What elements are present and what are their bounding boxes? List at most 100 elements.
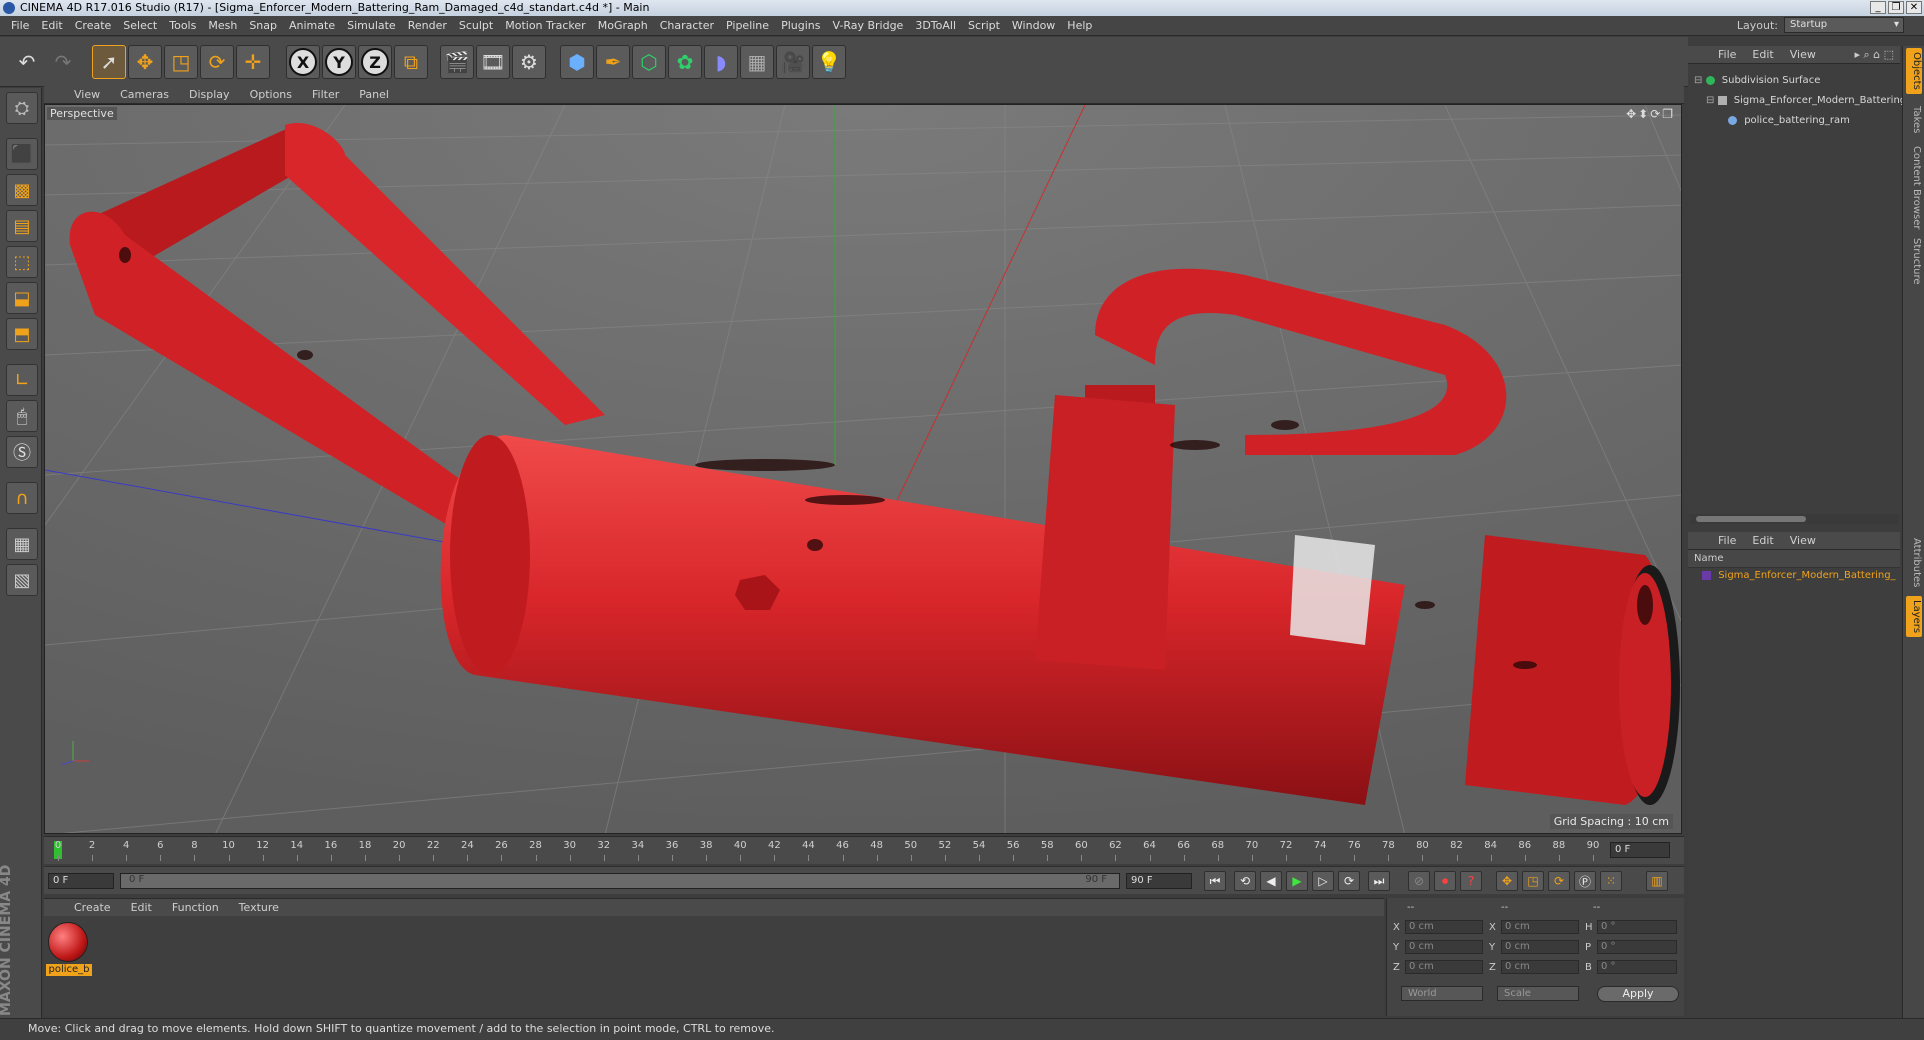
menu-sculpt[interactable]: Sculpt [456, 19, 502, 32]
keyframe-selection-icon[interactable]: ? [1460, 871, 1482, 891]
prev-key-icon[interactable]: ⟲ [1234, 871, 1256, 891]
position-z-field[interactable]: 0 cm [1405, 960, 1483, 974]
move-icon[interactable]: ✥ [128, 45, 162, 79]
viewport-menu-options[interactable]: Options [240, 88, 302, 101]
apply-button[interactable]: Apply [1597, 986, 1679, 1002]
menu-snap[interactable]: Snap [246, 19, 286, 32]
menu-file[interactable]: File [8, 19, 38, 32]
menu-window[interactable]: Window [1009, 19, 1064, 32]
layer-menu-file[interactable]: File [1710, 534, 1744, 547]
tab-layers[interactable]: Layers [1906, 596, 1922, 638]
render-picture-viewer-icon[interactable]: 🎞 [476, 45, 510, 79]
record-keys-icon[interactable]: ⊘ [1408, 871, 1430, 891]
menu-pipeline[interactable]: Pipeline [723, 19, 778, 32]
play-icon[interactable]: ▶ [1286, 871, 1308, 891]
y-axis-toggle[interactable]: Y [322, 45, 356, 79]
deformer-icon[interactable]: ◗ [704, 45, 738, 79]
menu-edit[interactable]: Edit [38, 19, 71, 32]
object-scroll-thumb[interactable] [1696, 516, 1806, 522]
maximize-button[interactable]: ❐ [1888, 1, 1904, 14]
material-menu-texture[interactable]: Texture [229, 901, 289, 914]
object-menu-edit[interactable]: Edit [1744, 48, 1781, 61]
size-x-field[interactable]: 0 cm [1501, 920, 1579, 934]
object-menu-view[interactable]: View [1782, 48, 1824, 61]
viewport-menu-panel[interactable]: Panel [349, 88, 399, 101]
points-mode-icon[interactable]: ⬚ [6, 246, 38, 278]
pen-spline-icon[interactable]: ✒ [596, 45, 630, 79]
object-scrollbar[interactable] [1690, 514, 1898, 524]
key-scale-icon[interactable]: ◳ [1522, 871, 1544, 891]
scale-icon[interactable]: ◳ [164, 45, 198, 79]
next-key-icon[interactable]: ⟳ [1338, 871, 1360, 891]
key-pla-icon[interactable]: ⁙ [1600, 871, 1622, 891]
layer-menu-edit[interactable]: Edit [1744, 534, 1781, 547]
texture-mode-icon[interactable]: ▩ [6, 174, 38, 206]
object-menu-file[interactable]: File [1710, 48, 1744, 61]
x-axis-toggle[interactable]: X [286, 45, 320, 79]
menu-character[interactable]: Character [657, 19, 723, 32]
close-button[interactable]: ✕ [1906, 1, 1922, 14]
rotation-b-field[interactable]: 0 ° [1597, 960, 1677, 974]
autokey-icon[interactable]: ⏺ [1434, 871, 1456, 891]
subdivision-surface-icon[interactable]: ⬡ [632, 45, 666, 79]
tab-content-browser[interactable]: Content Browser [1906, 142, 1922, 233]
minimize-button[interactable]: _ [1870, 1, 1886, 14]
goto-end-icon[interactable]: ⏭ [1368, 871, 1390, 891]
transform-icon[interactable]: ✛ [236, 45, 270, 79]
magnet-icon[interactable]: ∩ [6, 482, 38, 514]
light-icon[interactable]: 💡 [812, 45, 846, 79]
menu-select[interactable]: Select [120, 19, 166, 32]
range-slider[interactable]: 0 F 90 F [120, 873, 1120, 889]
menu-animate[interactable]: Animate [286, 19, 344, 32]
viewport-menu-filter[interactable]: Filter [302, 88, 349, 101]
material-menu-create[interactable]: Create [64, 901, 121, 914]
object-row-sigma[interactable]: ⊟ Sigma_Enforcer_Modern_Battering [1706, 92, 1906, 110]
material-name[interactable]: police_b [46, 964, 92, 976]
layout-select[interactable]: Startup [1784, 17, 1904, 33]
undo-icon[interactable]: ↶ [10, 45, 44, 79]
render-view-icon[interactable]: 🎬 [440, 45, 474, 79]
object-row-police[interactable]: police_battering_ram [1728, 112, 1850, 130]
current-frame-field[interactable]: 0 F [1610, 842, 1670, 858]
position-y-field[interactable]: 0 cm [1405, 940, 1483, 954]
workplane-icon[interactable]: ▤ [6, 210, 38, 242]
size-z-field[interactable]: 0 cm [1501, 960, 1579, 974]
tab-objects[interactable]: Objects [1906, 48, 1922, 94]
tab-attributes[interactable]: Attributes [1906, 534, 1922, 591]
material-preview[interactable] [48, 922, 88, 962]
menu-simulate[interactable]: Simulate [344, 19, 405, 32]
viewport-nav-icons[interactable]: ✥⬍⟳❐ [1626, 107, 1675, 121]
tab-structure[interactable]: Structure [1906, 234, 1922, 289]
key-param-icon[interactable]: Ⓟ [1574, 871, 1596, 891]
cloner-icon[interactable]: ✿ [668, 45, 702, 79]
menu-render[interactable]: Render [405, 19, 456, 32]
menu-help[interactable]: Help [1064, 19, 1101, 32]
prev-frame-icon[interactable]: ◀ [1260, 871, 1282, 891]
size-y-field[interactable]: 0 cm [1501, 940, 1579, 954]
size-mode-select[interactable]: Scale [1497, 986, 1579, 1001]
edges-mode-icon[interactable]: ⬓ [6, 282, 38, 314]
coord-mode-select[interactable]: World [1401, 986, 1483, 1001]
timeline-window-icon[interactable]: ▥ [1646, 871, 1668, 891]
axis-mode-icon[interactable]: ∟ [6, 364, 38, 396]
render-settings-icon[interactable]: ⚙ [512, 45, 546, 79]
menu-motion-tracker[interactable]: Motion Tracker [502, 19, 594, 32]
live-selection-icon[interactable]: ➚ [92, 45, 126, 79]
object-row-subdivision[interactable]: ⊟ Subdivision Surface [1694, 72, 1820, 90]
material-menu-edit[interactable]: Edit [121, 901, 162, 914]
z-axis-toggle[interactable]: Z [358, 45, 392, 79]
next-frame-icon[interactable]: ▷ [1312, 871, 1334, 891]
viewport-menu-display[interactable]: Display [179, 88, 240, 101]
start-frame-field[interactable]: 0 F [48, 873, 114, 889]
menu-3dtoall[interactable]: 3DToAll [912, 19, 965, 32]
menu-script[interactable]: Script [965, 19, 1009, 32]
polygons-mode-icon[interactable]: ⬒ [6, 318, 38, 350]
camera-icon[interactable]: 🎥 [776, 45, 810, 79]
timeline[interactable]: 0 2 4 6 8 10 12 14 16 18 20 22 24 26 28 30 32 34 36 38 40 42 4… [44, 836, 1684, 864]
floor-icon[interactable]: ▦ [740, 45, 774, 79]
position-x-field[interactable]: 0 cm [1405, 920, 1483, 934]
layer-row[interactable]: Sigma_Enforcer_Modern_Battering_ [1702, 570, 1896, 581]
viewport-menu-view[interactable]: View [64, 88, 110, 101]
key-position-icon[interactable]: ✥ [1496, 871, 1518, 891]
menu-tools[interactable]: Tools [166, 19, 205, 32]
